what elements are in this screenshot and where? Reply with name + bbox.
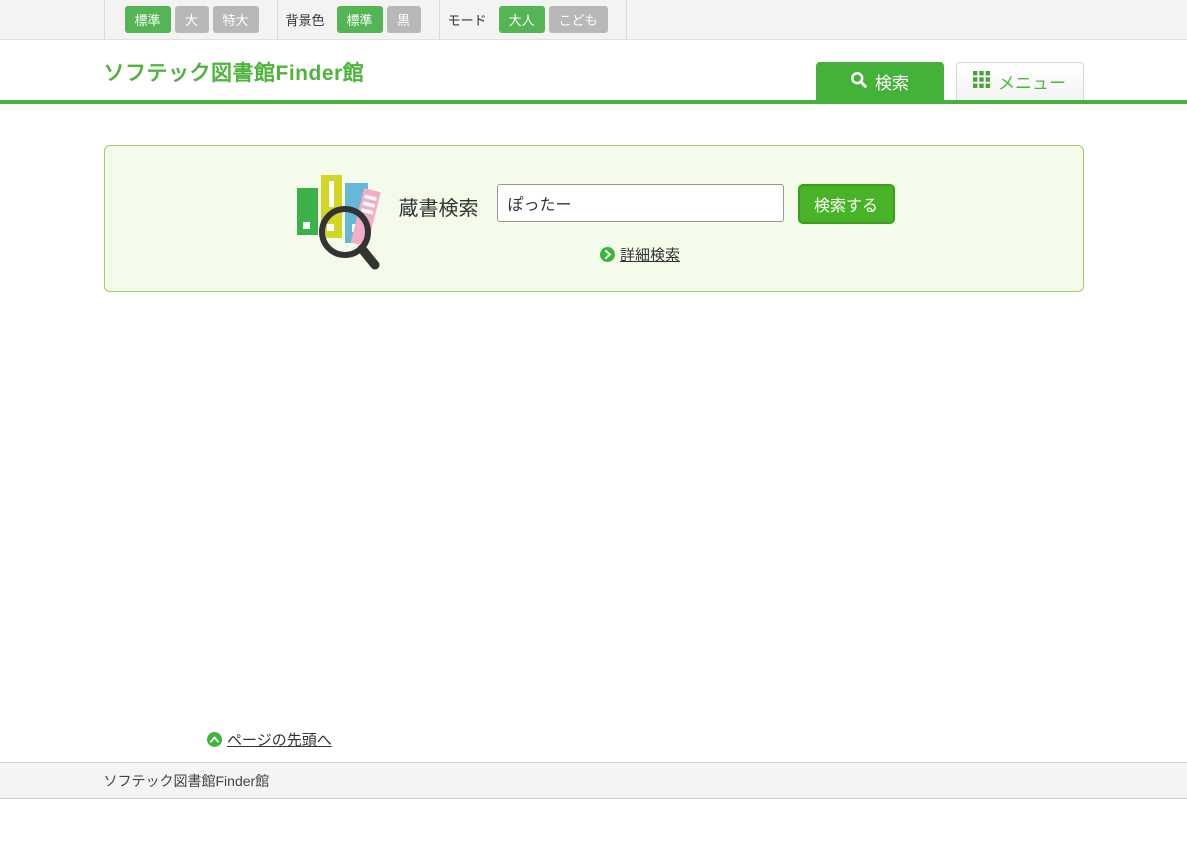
header-tabs: 検索 メニュー <box>816 62 1084 100</box>
font-size-group: 標準 大 特大 <box>104 0 277 39</box>
tab-search[interactable]: 検索 <box>816 62 944 100</box>
utility-bar: 標準 大 特大 背景色 標準 黒 モード 大人 こども <box>0 0 1187 40</box>
background-color-group: 背景色 標準 黒 <box>277 0 439 39</box>
books-magnifier-icon <box>293 172 385 276</box>
tab-menu-label: メニュー <box>998 69 1066 94</box>
tab-menu[interactable]: メニュー <box>956 62 1084 100</box>
mode-child-button[interactable]: こども <box>549 6 608 33</box>
site-title: ソフテック図書館Finder館 <box>104 57 365 87</box>
chevron-right-circle-icon <box>600 247 615 262</box>
background-color-label: 背景色 <box>286 10 325 29</box>
chevron-up-circle-icon <box>207 732 222 747</box>
bg-black-button[interactable]: 黒 <box>387 6 421 33</box>
collection-search-panel: 蔵書検索 詳細検索 検索する <box>104 145 1084 292</box>
tab-search-label: 検索 <box>875 69 909 94</box>
font-size-large-button[interactable]: 大 <box>175 6 209 33</box>
search-input[interactable] <box>497 184 784 222</box>
mode-label: モード <box>448 10 487 29</box>
font-size-standard-button[interactable]: 標準 <box>125 6 171 33</box>
collection-search-label: 蔵書検索 <box>399 192 479 221</box>
header: ソフテック図書館Finder館 検索 <box>0 40 1187 100</box>
advanced-search-link[interactable]: 詳細検索 <box>620 244 680 265</box>
bg-standard-button[interactable]: 標準 <box>337 6 383 33</box>
back-to-top-link[interactable]: ページの先頭へ <box>227 729 332 750</box>
footer: ソフテック図書館Finder館 <box>0 762 1187 799</box>
menu-grid-icon <box>973 71 990 93</box>
search-submit-button[interactable]: 検索する <box>798 184 895 224</box>
mode-group: モード 大人 こども <box>439 0 627 39</box>
back-to-top: ページの先頭へ <box>207 729 1187 750</box>
footer-site-name: ソフテック図書館Finder館 <box>104 773 270 789</box>
main-content: 蔵書検索 詳細検索 検索する <box>0 104 1187 762</box>
mode-adult-button[interactable]: 大人 <box>499 6 545 33</box>
search-icon <box>850 71 867 93</box>
font-size-xlarge-button[interactable]: 特大 <box>213 6 259 33</box>
